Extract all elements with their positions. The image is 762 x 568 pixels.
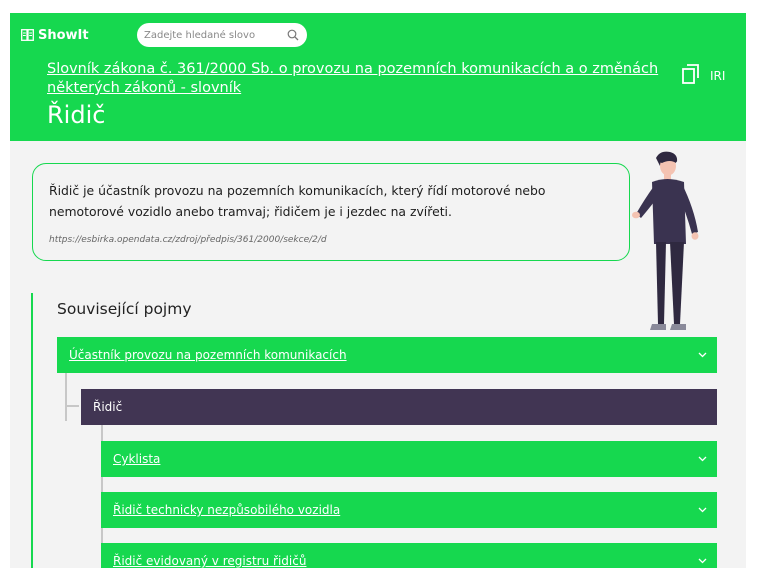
iri-copy-button[interactable]: IRI <box>680 63 725 88</box>
related-item-label[interactable]: Řidič technicky nezpůsobilého vozidla <box>113 503 340 517</box>
brand-name: ShowIt <box>38 27 89 43</box>
related-item-child[interactable]: Řidič evidovaný v registru řidičů <box>101 543 717 568</box>
related-item-child[interactable]: Cyklista <box>101 441 717 477</box>
definition-source: https://esbirka.opendata.cz/zdroj/předpi… <box>49 235 327 245</box>
tree-connector <box>65 405 79 407</box>
app-frame: ShowIt Slovník zákona č. 361/2000 Sb. o … <box>10 13 746 568</box>
dictionary-link[interactable]: Slovník zákona č. 361/2000 Sb. o provozu… <box>47 60 667 98</box>
book-icon <box>21 29 34 41</box>
chevron-down-icon[interactable] <box>698 507 707 513</box>
header-bar: ShowIt Slovník zákona č. 361/2000 Sb. o … <box>10 13 746 141</box>
related-item-current: Řidič <box>81 389 717 425</box>
definition-card: Řidič je účastník provozu na pozemních k… <box>32 163 630 261</box>
related-item-parent[interactable]: Účastník provozu na pozemních komunikací… <box>57 337 717 373</box>
iri-label: IRI <box>710 68 726 83</box>
brand-logo[interactable]: ShowIt <box>21 25 89 45</box>
definition-text: Řidič je účastník provozu na pozemních k… <box>49 183 546 219</box>
chevron-down-icon[interactable] <box>698 352 707 358</box>
related-item-label[interactable]: Cyklista <box>113 452 160 466</box>
related-item-child[interactable]: Řidič technicky nezpůsobilého vozidla <box>101 492 717 528</box>
page-title: Řidič <box>47 101 106 129</box>
related-item-label: Řidič <box>93 400 123 414</box>
search-icon[interactable] <box>287 29 299 41</box>
related-item-label[interactable]: Řidič evidovaný v registru řidičů <box>113 554 306 568</box>
related-item-label[interactable]: Účastník provozu na pozemních komunikací… <box>69 348 347 362</box>
related-terms-heading: Související pojmy <box>57 300 192 318</box>
search-input[interactable] <box>144 29 274 41</box>
chevron-down-icon[interactable] <box>698 558 707 564</box>
search-box <box>137 23 307 47</box>
related-terms-section: Související pojmy Účastník provozu na po… <box>31 293 733 568</box>
chevron-down-icon[interactable] <box>698 456 707 462</box>
tree-connector <box>65 365 67 421</box>
copy-icon <box>680 63 702 88</box>
